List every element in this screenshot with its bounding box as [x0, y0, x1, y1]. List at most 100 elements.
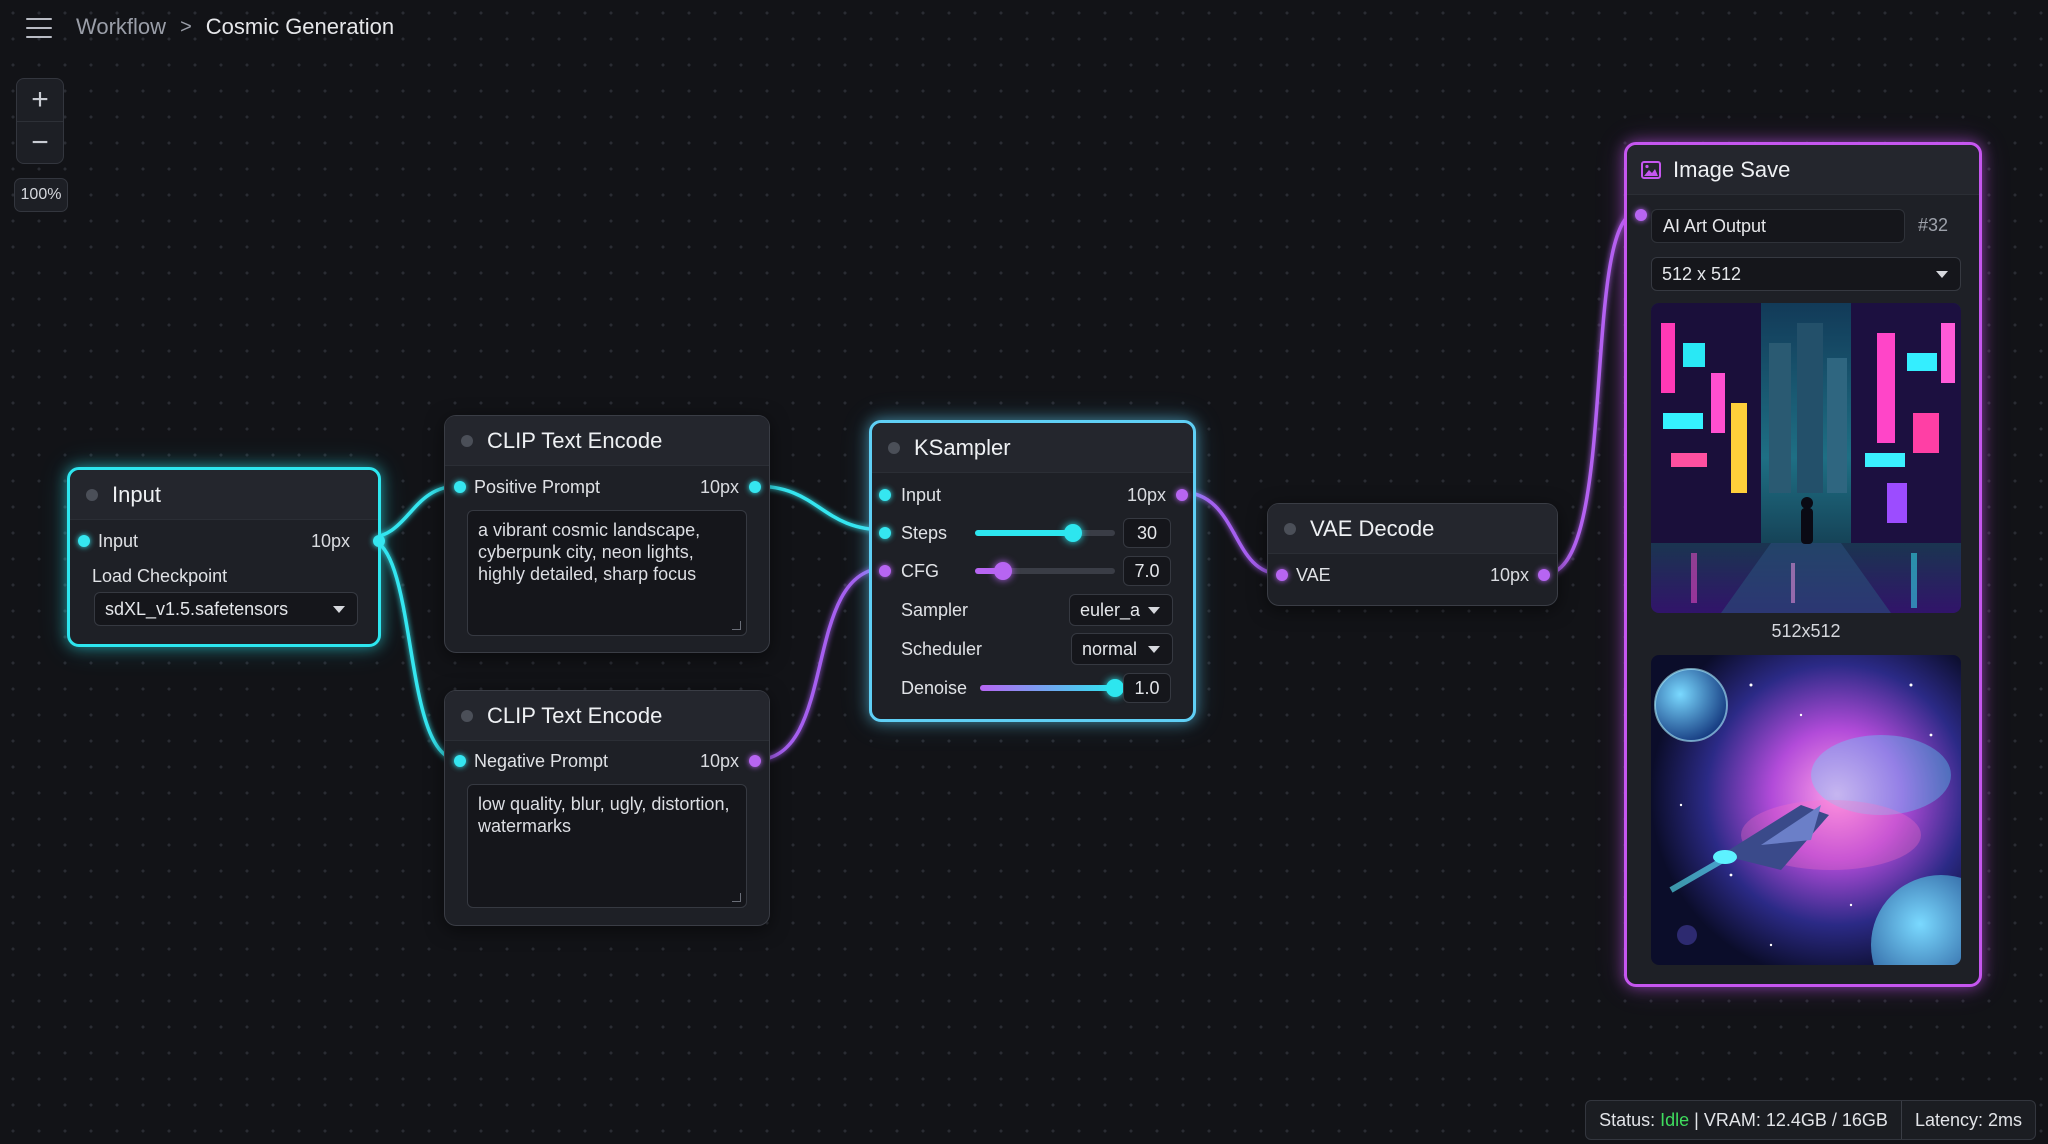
scheduler-select[interactable]: normal — [1071, 633, 1173, 665]
zoom-level[interactable]: 100% — [14, 178, 68, 212]
breadcrumb-workflow[interactable]: Workflow — [76, 14, 166, 40]
filename-value: AI Art Output — [1663, 215, 1767, 236]
port-label: Input — [98, 530, 139, 551]
vae-decode-node[interactable]: VAE Decode VAE 10px — [1267, 503, 1558, 606]
clip-text-encode-positive-node[interactable]: CLIP Text Encode Positive Prompt 10px a … — [444, 415, 770, 653]
input-port[interactable] — [454, 755, 466, 767]
port-value: 10px — [699, 750, 739, 771]
chevron-down-icon — [1148, 607, 1160, 614]
cfg-value[interactable]: 7.0 — [1123, 556, 1171, 586]
input-node[interactable]: Input Input 10px Load Checkpoint sdXL_v1… — [67, 467, 385, 647]
port-label: VAE — [1296, 564, 1331, 585]
node-header[interactable]: CLIP Text Encode — [445, 416, 769, 466]
resize-handle-icon[interactable] — [732, 621, 741, 630]
node-title: CLIP Text Encode — [487, 427, 663, 453]
image-save-node[interactable]: Image Save AI Art Output #32 512 x 512 5… — [1624, 142, 1982, 987]
steps-slider-knob[interactable] — [1064, 524, 1082, 542]
negative-prompt-textarea[interactable]: low quality, blur, ugly, distortion, wat… — [467, 784, 747, 908]
node-status-dot — [461, 709, 473, 722]
node-header[interactable]: Image Save — [1627, 145, 1979, 195]
wire-negative-to-cfg — [754, 566, 887, 762]
zoom-controls: + − — [16, 78, 64, 164]
denoise-slider-knob[interactable] — [1106, 679, 1124, 697]
cfg-slider-knob[interactable] — [994, 562, 1012, 580]
node-title: VAE Decode — [1310, 515, 1435, 541]
denoise-slider[interactable] — [980, 679, 1124, 697]
image-icon — [1641, 160, 1661, 179]
size-select[interactable]: 512 x 512 — [1651, 257, 1961, 291]
positive-prompt-text: a vibrant cosmic landscape, cyberpunk ci… — [478, 520, 701, 584]
output-counter: #32 — [1918, 215, 1949, 235]
zoom-in-button[interactable]: + — [17, 79, 63, 121]
input-port[interactable] — [78, 535, 90, 547]
size-value: 512 x 512 — [1662, 263, 1742, 284]
node-header[interactable]: CLIP Text Encode — [445, 691, 769, 741]
input-value: 10px — [1126, 484, 1166, 505]
node-title: CLIP Text Encode — [487, 702, 663, 728]
status-state: Idle — [1660, 1109, 1690, 1130]
input-port[interactable] — [1635, 209, 1647, 221]
latency-segment: Latency: 2ms — [1900, 1101, 2035, 1139]
clip-text-encode-negative-node[interactable]: CLIP Text Encode Negative Prompt 10px lo… — [444, 690, 770, 926]
output-port[interactable] — [749, 481, 761, 493]
steps-label: Steps — [901, 522, 948, 543]
sampler-label: Sampler — [901, 599, 969, 620]
input-port[interactable] — [454, 481, 466, 493]
sampler-value: euler_a — [1080, 599, 1141, 620]
input-port[interactable] — [879, 489, 891, 501]
denoise-value[interactable]: 1.0 — [1123, 673, 1171, 703]
input-port[interactable] — [1276, 569, 1288, 581]
cfg-port[interactable] — [879, 565, 891, 577]
chevron-down-icon — [333, 606, 345, 613]
status-segment: Status: Idle | VRAM: 12.4GB / 16GB — [1586, 1101, 1901, 1139]
port-value: 10px — [1489, 564, 1529, 585]
input-label: Input — [901, 484, 942, 505]
breadcrumb-separator: > — [180, 15, 192, 38]
steps-slider[interactable] — [975, 524, 1115, 542]
port-label: Positive Prompt — [474, 476, 601, 497]
zoom-out-button[interactable]: − — [17, 121, 63, 163]
node-header[interactable]: KSampler — [872, 423, 1193, 473]
port-value: 10px — [699, 476, 739, 497]
node-header[interactable]: Input — [70, 470, 378, 520]
output-image-cyberpunk-city[interactable] — [1651, 303, 1961, 613]
cfg-label: CFG — [901, 560, 939, 581]
checkpoint-value: sdXL_v1.5.safetensors — [105, 598, 289, 619]
sampler-select[interactable]: euler_a — [1069, 594, 1173, 626]
status-bar: Status: Idle | VRAM: 12.4GB / 16GB Laten… — [1585, 1100, 2036, 1140]
status-label: Status: — [1599, 1109, 1656, 1130]
node-header[interactable]: VAE Decode — [1268, 504, 1557, 554]
image-caption: 512x512 — [1771, 621, 1841, 641]
output-port[interactable] — [1538, 569, 1550, 581]
steps-value[interactable]: 30 — [1123, 518, 1171, 548]
output-image-space-scene[interactable] — [1651, 655, 1961, 965]
node-title: Input — [112, 481, 161, 507]
negative-prompt-text: low quality, blur, ugly, distortion, wat… — [478, 794, 730, 836]
cfg-slider[interactable] — [975, 562, 1115, 580]
node-status-dot — [461, 434, 473, 447]
output-port[interactable] — [373, 535, 385, 547]
cyberpunk-city-picture — [1651, 303, 1961, 613]
filename-input[interactable]: AI Art Output — [1651, 209, 1905, 243]
checkpoint-label: Load Checkpoint — [92, 565, 228, 586]
node-title: KSampler — [914, 434, 1011, 460]
output-port[interactable] — [749, 755, 761, 767]
checkpoint-select[interactable]: sdXL_v1.5.safetensors — [94, 592, 358, 626]
port-value: 10px — [310, 530, 350, 551]
node-status-dot — [86, 488, 98, 501]
resize-handle-icon[interactable] — [732, 893, 741, 902]
steps-port[interactable] — [879, 527, 891, 539]
output-port[interactable] — [1176, 489, 1188, 501]
latency: Latency: 2ms — [1914, 1109, 2022, 1130]
node-status-dot — [1284, 522, 1296, 535]
denoise-label: Denoise — [901, 677, 968, 698]
vram-usage: | VRAM: 12.4GB / 16GB — [1694, 1109, 1888, 1130]
ksampler-node[interactable]: KSampler Input 10px Steps 30 CFG 7.0 Sam… — [869, 420, 1196, 722]
menu-icon[interactable] — [26, 18, 52, 40]
port-label: Negative Prompt — [474, 750, 609, 771]
chevron-down-icon — [1148, 646, 1160, 653]
chevron-down-icon — [1936, 271, 1948, 278]
wire-positive-to-steps — [754, 484, 887, 532]
positive-prompt-textarea[interactable]: a vibrant cosmic landscape, cyberpunk ci… — [467, 510, 747, 636]
scheduler-label: Scheduler — [901, 638, 983, 659]
